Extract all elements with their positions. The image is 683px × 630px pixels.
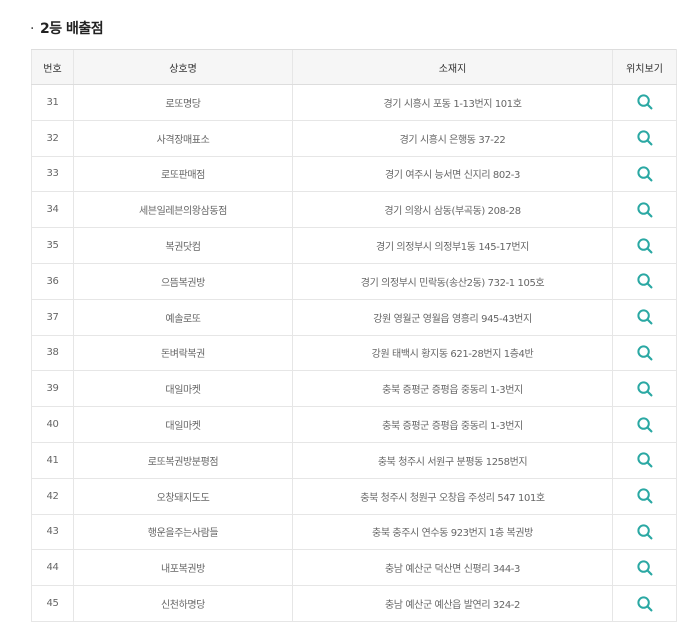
row-number: 33 — [31, 156, 74, 193]
search-icon[interactable] — [636, 308, 654, 326]
map-cell — [612, 406, 677, 443]
section-title: · 2등 배출점 — [30, 18, 104, 38]
table-row: 32 사격장매표소 경기 시흥시 은행동 37-22 — [31, 120, 677, 157]
store-address: 경기 여주시 능서면 신지리 802-3 — [292, 156, 613, 193]
search-icon[interactable] — [636, 272, 654, 290]
section-title-text: 2등 배출점 — [39, 21, 104, 37]
store-name: 내포복권방 — [73, 549, 293, 587]
table-row: 44 내포복권방 충남 예산군 덕산면 신평리 344-3 — [31, 549, 677, 587]
store-name: 로또명당 — [73, 84, 293, 121]
row-number: 34 — [31, 191, 74, 229]
row-number: 41 — [31, 442, 74, 479]
store-address: 경기 의정부시 의정부1동 145-17번지 — [292, 227, 613, 264]
search-icon[interactable] — [636, 165, 654, 183]
map-cell — [612, 335, 677, 372]
row-number: 43 — [31, 514, 74, 551]
map-cell — [612, 549, 677, 587]
row-number: 37 — [31, 299, 74, 336]
search-icon[interactable] — [636, 487, 654, 505]
table-row: 33 로또판매점 경기 여주시 능서면 신지리 802-3 — [31, 156, 677, 193]
row-number: 40 — [31, 406, 74, 443]
table-row: 39 대일마켓 충북 증평군 증평읍 중동리 1-3번지 — [31, 370, 677, 408]
store-name: 대일마켓 — [73, 406, 293, 443]
store-table: 번호 상호명 소재지 위치보기 31 로또명당 경기 시흥시 포동 1-13번지 1… — [31, 49, 677, 622]
table-row: 36 으뜸복권방 경기 의정부시 민락동(송산2동) 732-1 105호 — [31, 263, 677, 300]
search-icon[interactable] — [636, 201, 654, 219]
search-icon[interactable] — [636, 344, 654, 362]
store-address: 충남 예산군 예산읍 발연리 324-2 — [292, 585, 613, 622]
header-map: 위치보기 — [612, 49, 677, 85]
table-row: 43 행운을주는사람들 충북 충주시 연수동 923번지 1층 복권방 — [31, 514, 677, 551]
row-number: 32 — [31, 120, 74, 157]
table-row: 38 돈벼락복권 강원 태백시 황지동 621-28번지 1층4반 — [31, 335, 677, 372]
map-cell — [612, 442, 677, 479]
search-icon[interactable] — [636, 451, 654, 469]
search-icon[interactable] — [636, 93, 654, 111]
search-icon[interactable] — [636, 129, 654, 147]
row-number: 44 — [31, 549, 74, 587]
store-name: 사격장매표소 — [73, 120, 293, 157]
store-name: 행운을주는사람들 — [73, 514, 293, 551]
map-cell — [612, 227, 677, 264]
store-address: 충북 청주시 서원구 분평동 1258번지 — [292, 442, 613, 479]
store-address: 경기 시흥시 은행동 37-22 — [292, 120, 613, 157]
store-address: 경기 시흥시 포동 1-13번지 101호 — [292, 84, 613, 121]
table-row: 40 대일마켓 충북 증평군 증평읍 중동리 1-3번지 — [31, 406, 677, 443]
row-number: 42 — [31, 478, 74, 515]
row-number: 36 — [31, 263, 74, 300]
table-row: 31 로또명당 경기 시흥시 포동 1-13번지 101호 — [31, 84, 677, 121]
map-cell — [612, 156, 677, 193]
store-name: 돈벼락복권 — [73, 335, 293, 372]
store-address: 강원 영월군 영월읍 영흥리 945-43번지 — [292, 299, 613, 336]
table-row: 45 신천하명당 충남 예산군 예산읍 발연리 324-2 — [31, 585, 677, 622]
row-number: 31 — [31, 84, 74, 121]
store-address: 충북 청주시 청원구 오창읍 주성리 547 101호 — [292, 478, 613, 515]
store-name: 신천하명당 — [73, 585, 293, 622]
table-row: 42 오창돼지도도 충북 청주시 청원구 오창읍 주성리 547 101호 — [31, 478, 677, 515]
store-address: 충북 증평군 증평읍 중동리 1-3번지 — [292, 406, 613, 443]
map-cell — [612, 191, 677, 229]
search-icon[interactable] — [636, 523, 654, 541]
store-name: 복권닷컴 — [73, 227, 293, 264]
row-number: 38 — [31, 335, 74, 372]
store-address: 경기 의정부시 민락동(송산2동) 732-1 105호 — [292, 263, 613, 300]
table-row: 34 세븐일레븐의왕삼동점 경기 의왕시 삼동(부곡동) 208-28 — [31, 191, 677, 229]
store-name: 으뜸복권방 — [73, 263, 293, 300]
store-address: 충북 증평군 증평읍 중동리 1-3번지 — [292, 370, 613, 408]
store-name: 예솔로또 — [73, 299, 293, 336]
map-cell — [612, 585, 677, 622]
store-name: 대일마켓 — [73, 370, 293, 408]
map-cell — [612, 84, 677, 121]
table-row: 41 로또복권방분평점 충북 청주시 서원구 분평동 1258번지 — [31, 442, 677, 479]
map-cell — [612, 514, 677, 551]
search-icon[interactable] — [636, 416, 654, 434]
header-name: 상호명 — [73, 49, 293, 85]
store-name: 로또판매점 — [73, 156, 293, 193]
row-number: 45 — [31, 585, 74, 622]
store-name: 세븐일레븐의왕삼동점 — [73, 191, 293, 229]
header-no: 번호 — [31, 49, 74, 85]
table-row: 35 복권닷컴 경기 의정부시 의정부1동 145-17번지 — [31, 227, 677, 264]
store-address: 충북 충주시 연수동 923번지 1층 복권방 — [292, 514, 613, 551]
store-address: 강원 태백시 황지동 621-28번지 1층4반 — [292, 335, 613, 372]
store-address: 경기 의왕시 삼동(부곡동) 208-28 — [292, 191, 613, 229]
row-number: 39 — [31, 370, 74, 408]
row-number: 35 — [31, 227, 74, 264]
section-bullet: · — [30, 21, 34, 37]
map-cell — [612, 299, 677, 336]
search-icon[interactable] — [636, 559, 654, 577]
map-cell — [612, 478, 677, 515]
map-cell — [612, 370, 677, 408]
header-address: 소재지 — [292, 49, 613, 85]
search-icon[interactable] — [636, 237, 654, 255]
store-name: 오창돼지도도 — [73, 478, 293, 515]
table-header-row: 번호 상호명 소재지 위치보기 — [31, 49, 677, 85]
search-icon[interactable] — [636, 380, 654, 398]
search-icon[interactable] — [636, 595, 654, 613]
store-address: 충남 예산군 덕산면 신평리 344-3 — [292, 549, 613, 587]
map-cell — [612, 120, 677, 157]
store-name: 로또복권방분평점 — [73, 442, 293, 479]
map-cell — [612, 263, 677, 300]
table-row: 37 예솔로또 강원 영월군 영월읍 영흥리 945-43번지 — [31, 299, 677, 336]
